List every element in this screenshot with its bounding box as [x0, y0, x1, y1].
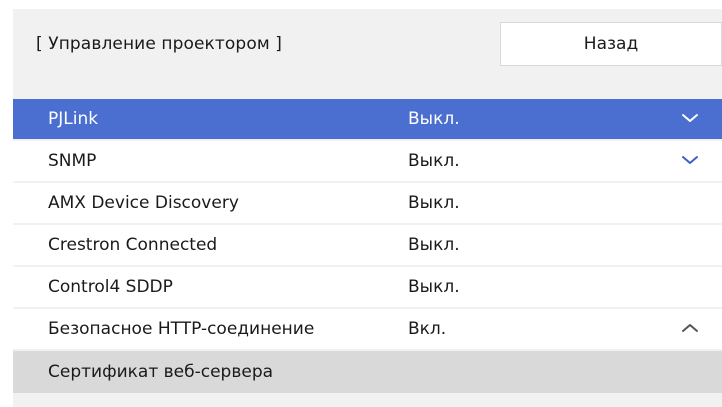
back-button[interactable]: Назад [500, 22, 722, 66]
setting-value: Выкл. [408, 109, 460, 129]
setting-value: Выкл. [408, 235, 460, 255]
setting-row-amx-device-discovery[interactable]: AMX Device Discovery Выкл. [13, 183, 722, 225]
setting-value: Выкл. [408, 193, 460, 213]
setting-label: PJLink [48, 109, 99, 129]
chevron-down-icon[interactable] [680, 111, 700, 125]
setting-label: Безопасное HTTP-соединение [48, 319, 315, 339]
setting-value: Выкл. [408, 151, 460, 171]
setting-value: Выкл. [408, 277, 460, 297]
panel-header: [ Управление проектором ] Назад [13, 9, 722, 99]
setting-label: Crestron Connected [48, 235, 218, 255]
sub-item-label: Сертификат веб-сервера [48, 362, 274, 382]
setting-row-crestron-connected[interactable]: Crestron Connected Выкл. [13, 225, 722, 267]
setting-label: SNMP [48, 151, 97, 171]
page-title: [ Управление проектором ] [36, 34, 282, 54]
setting-row-snmp[interactable]: SNMP Выкл. [13, 141, 722, 183]
setting-label: Control4 SDDP [48, 277, 173, 297]
setting-row-secure-http[interactable]: Безопасное HTTP-соединение Вкл. [13, 309, 722, 351]
setting-row-pjlink[interactable]: PJLink Выкл. [13, 99, 722, 141]
setting-label: AMX Device Discovery [48, 193, 239, 213]
setting-row-control4-sddp[interactable]: Control4 SDDP Выкл. [13, 267, 722, 309]
chevron-down-icon[interactable] [680, 153, 700, 167]
settings-list: PJLink Выкл. SNMP Выкл. AMX Device Disco… [13, 99, 722, 393]
projector-control-panel: [ Управление проектором ] Назад PJLink В… [13, 9, 722, 407]
setting-value: Вкл. [408, 319, 447, 339]
web-server-certificate-item[interactable]: Сертификат веб-сервера [13, 351, 722, 393]
chevron-up-icon[interactable] [680, 321, 700, 335]
